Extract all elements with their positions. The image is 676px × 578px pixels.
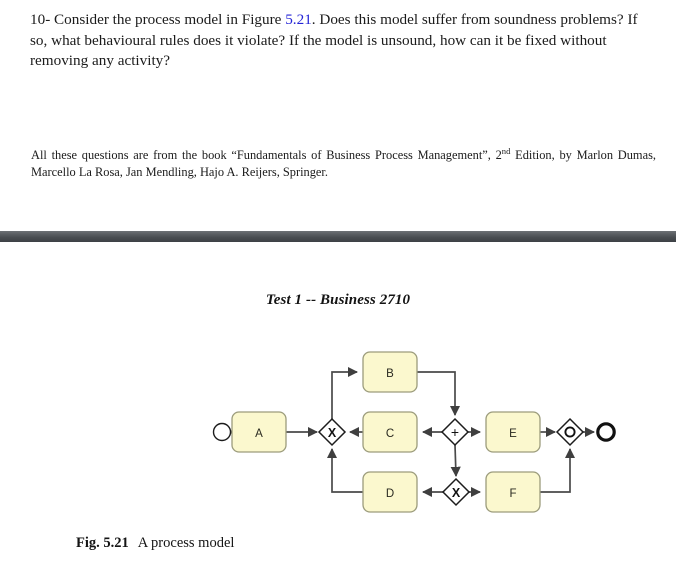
task-c[interactable]: C (362, 411, 418, 453)
gateway-xor-merge[interactable]: X (317, 417, 347, 447)
gateway-and-split[interactable]: + (440, 417, 470, 447)
start-event-icon[interactable] (212, 422, 232, 442)
figure-reference-link[interactable]: 5.21 (285, 11, 312, 28)
task-d[interactable]: D (362, 471, 418, 513)
task-a-label: A (255, 428, 263, 440)
flow-and-xorbottom (450, 444, 461, 478)
task-d-label: D (386, 488, 394, 500)
question-text: 10- Consider the process model in Figure… (30, 10, 658, 72)
flow-f-or (540, 447, 576, 493)
figure-caption-text: A process model (137, 535, 235, 551)
gateway-xor-bottom[interactable]: X (441, 477, 471, 507)
task-e-label: E (509, 428, 517, 440)
process-diagram: A B C D E F X + X (0, 338, 676, 523)
flow-xor-b (331, 366, 359, 419)
xor-merge-symbol: X (328, 426, 337, 440)
bpmn-canvas: A B C D E F X + X (212, 351, 616, 513)
flow-d-xor (326, 447, 363, 493)
section-divider-bar (0, 231, 676, 242)
source-note-part1: All these questions are from the book “F… (31, 148, 502, 162)
figure-caption: Fig. 5.21 A process model (76, 535, 234, 552)
page-title: Test 1 -- Business 2710 (265, 292, 411, 308)
task-b[interactable]: B (362, 351, 418, 393)
task-f[interactable]: F (485, 471, 541, 513)
task-e[interactable]: E (485, 411, 541, 453)
task-b-label: B (386, 368, 394, 380)
gateway-or-join[interactable] (555, 417, 585, 447)
question-text-before-ref: 10- Consider the process model in Figure (30, 11, 286, 28)
xor-bottom-symbol: X (452, 486, 461, 500)
or-join-circle-symbol (564, 426, 576, 438)
task-a[interactable]: A (231, 411, 287, 453)
source-note: All these questions are from the book “F… (31, 147, 656, 180)
task-f-label: F (509, 488, 516, 500)
end-event-icon[interactable] (596, 422, 616, 442)
flow-b-and (417, 371, 461, 417)
question-block: 10- Consider the process model in Figure… (30, 10, 658, 72)
and-split-symbol: + (451, 424, 459, 440)
figure-caption-label: Fig. 5.21 (76, 535, 129, 551)
task-c-label: C (386, 428, 394, 440)
task-layer: A B C D E F (231, 351, 541, 513)
